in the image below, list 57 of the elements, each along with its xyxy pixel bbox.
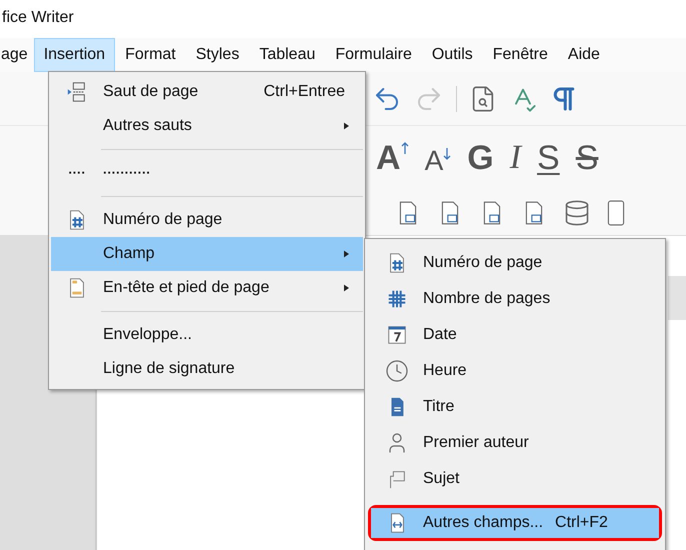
menu-item-label: Autres sauts: [103, 116, 192, 136]
menu-item-label: Saut de page: [103, 82, 198, 102]
menu-bar-item[interactable]: Tableau: [249, 38, 326, 72]
menu-bar-item[interactable]: Styles: [186, 38, 250, 72]
special-character-glyph: ····: [68, 164, 86, 182]
menu-item[interactable]: En-tête et pied de page: [51, 271, 363, 305]
menu-item[interactable]: Autres sauts: [51, 109, 363, 143]
menu-item[interactable]: Heure: [371, 356, 659, 386]
menu-item[interactable]: Autres champs... Ctrl+F2: [371, 508, 659, 538]
menu-bar-item[interactable]: age: [0, 38, 34, 72]
calendar-icon: [386, 324, 408, 346]
page-break-icon: [66, 81, 88, 103]
italic-button[interactable]: I: [510, 141, 522, 175]
menu-item[interactable]: Titre: [371, 392, 659, 422]
menu-item-label: Heure: [423, 361, 467, 381]
arrow-down-icon: [443, 147, 452, 161]
menu-item[interactable]: Nombre de pages: [371, 284, 659, 314]
menu-item[interactable]: Numéro de page: [371, 248, 659, 278]
menu-item[interactable]: Enveloppe...: [51, 318, 363, 352]
shortcut-label: Ctrl+Entree: [264, 82, 345, 102]
arrow-up-icon: [400, 141, 409, 155]
menu-item-label: Sujet: [423, 469, 460, 489]
hash-icon: [386, 288, 408, 310]
menu-item-label: Nombre de pages: [423, 289, 550, 309]
bold-button[interactable]: G: [467, 141, 494, 175]
menu-item[interactable]: Ligne de signature: [51, 352, 363, 386]
menu-item-label: En-tête et pied de page: [103, 278, 270, 298]
menu-bar-item[interactable]: Fenêtre: [482, 38, 558, 72]
menu-bar-item[interactable]: Aide: [558, 38, 610, 72]
menu-item-label: ···········: [103, 164, 151, 182]
menu-item-label: Enveloppe...: [103, 325, 192, 345]
database-icon[interactable]: [563, 198, 591, 226]
menu-item-label: Ligne de signature: [103, 359, 235, 379]
menu-item[interactable]: Date: [371, 320, 659, 350]
menu-item[interactable]: Sujet: [371, 464, 659, 494]
menu-item[interactable]: Premier auteur: [371, 428, 659, 458]
underline-button[interactable]: S: [537, 141, 560, 175]
window-title: fice Writer: [2, 8, 74, 28]
clock-icon: [385, 359, 409, 383]
shortcut-label: Ctrl+F2: [555, 513, 608, 533]
shrink-font-button[interactable]: A: [424, 147, 452, 175]
menu-item-label: Numéro de page: [423, 253, 542, 273]
menu-item[interactable]: ···· ···········: [51, 156, 363, 190]
menu-bar-item[interactable]: Formulaire: [325, 38, 422, 72]
menu-item-label: Date: [423, 325, 457, 345]
menu-bar-item[interactable]: Format: [115, 38, 186, 72]
menu-item-label: Titre: [423, 397, 454, 417]
page-icon[interactable]: [607, 200, 625, 226]
grow-font-button[interactable]: A: [376, 141, 409, 175]
menu-bar-item[interactable]: Outils: [422, 38, 483, 72]
menu-item-label: Premier auteur: [423, 433, 529, 453]
menu-item-label: Numéro de page: [103, 210, 222, 230]
menu-item[interactable]: Champ: [51, 237, 363, 271]
menu-bar-item[interactable]: Insertion: [34, 38, 116, 72]
menu-item-label: Autres champs...: [423, 513, 544, 533]
menu-item-label: Champ: [103, 244, 155, 264]
strikethrough-button[interactable]: S: [576, 141, 598, 175]
